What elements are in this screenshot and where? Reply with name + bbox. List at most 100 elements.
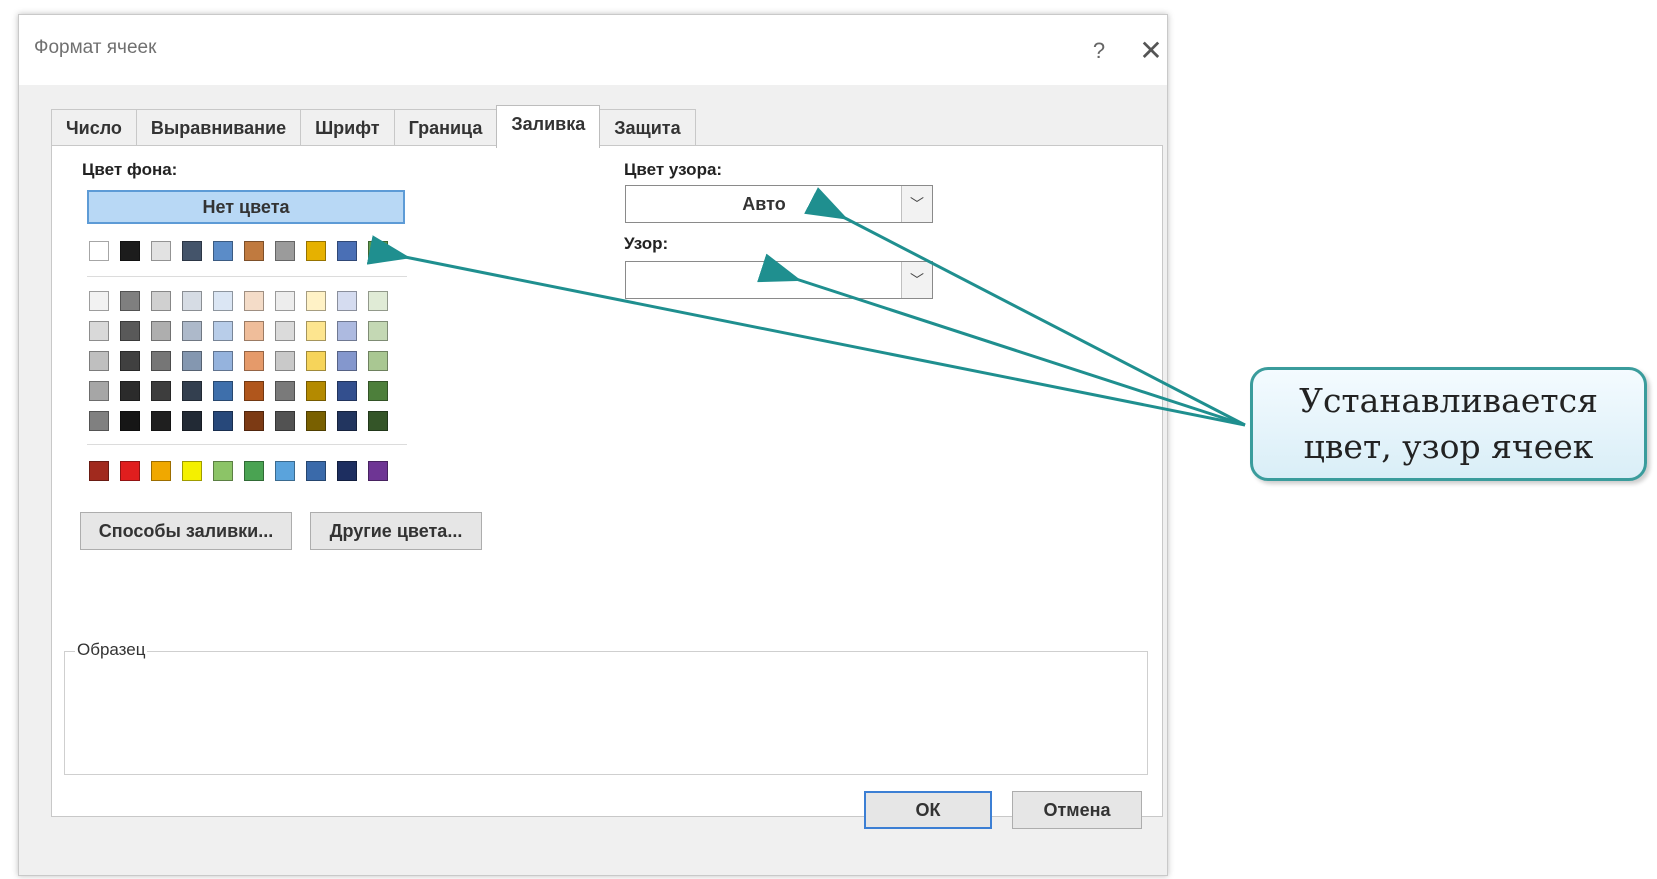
color-swatch[interactable]: [368, 351, 388, 371]
color-swatch[interactable]: [151, 351, 171, 371]
color-swatch[interactable]: [244, 351, 264, 371]
color-swatch[interactable]: [306, 381, 326, 401]
sample-label: Образец: [75, 640, 148, 660]
color-swatch[interactable]: [244, 381, 264, 401]
sample-preview: Образец: [64, 640, 1148, 775]
color-swatch[interactable]: [337, 351, 357, 371]
color-swatch[interactable]: [368, 241, 388, 261]
color-swatch[interactable]: [182, 351, 202, 371]
color-swatch[interactable]: [213, 351, 233, 371]
color-swatch[interactable]: [306, 351, 326, 371]
color-swatch[interactable]: [213, 411, 233, 431]
color-swatch[interactable]: [213, 241, 233, 261]
color-swatch[interactable]: [337, 241, 357, 261]
color-swatch[interactable]: [120, 411, 140, 431]
color-swatch[interactable]: [368, 291, 388, 311]
color-swatch[interactable]: [275, 461, 295, 481]
standard-colors-row: [89, 461, 399, 481]
pattern-style-select[interactable]: ﹀: [625, 261, 933, 299]
color-swatch[interactable]: [275, 291, 295, 311]
more-colors-button[interactable]: Другие цвета...: [310, 512, 482, 550]
help-button[interactable]: ?: [1079, 33, 1119, 69]
chevron-down-icon[interactable]: ﹀: [901, 262, 932, 298]
tab-fill[interactable]: Заливка: [496, 105, 601, 148]
color-swatch[interactable]: [213, 291, 233, 311]
color-swatch[interactable]: [368, 461, 388, 481]
cancel-button[interactable]: Отмена: [1012, 791, 1142, 829]
tint-row-1: [89, 291, 399, 311]
color-swatch[interactable]: [337, 381, 357, 401]
color-swatch[interactable]: [151, 321, 171, 341]
color-swatch[interactable]: [275, 411, 295, 431]
color-swatch[interactable]: [89, 461, 109, 481]
close-button[interactable]: ✕: [1129, 33, 1173, 69]
color-swatch[interactable]: [89, 241, 109, 261]
color-swatch[interactable]: [89, 321, 109, 341]
color-swatch[interactable]: [120, 241, 140, 261]
color-swatch[interactable]: [275, 241, 295, 261]
ok-button[interactable]: ОК: [864, 791, 992, 829]
tab-alignment[interactable]: Выравнивание: [135, 109, 302, 146]
color-swatch[interactable]: [151, 291, 171, 311]
color-swatch[interactable]: [182, 241, 202, 261]
color-swatch[interactable]: [120, 461, 140, 481]
color-swatch[interactable]: [368, 381, 388, 401]
palette-separator: [87, 444, 407, 445]
color-swatch[interactable]: [213, 381, 233, 401]
color-swatch[interactable]: [213, 321, 233, 341]
theme-colors-row: [89, 241, 399, 261]
color-swatch[interactable]: [337, 291, 357, 311]
title-bar: Формат ячеек ? ✕: [19, 15, 1167, 85]
color-swatch[interactable]: [244, 411, 264, 431]
tab-number[interactable]: Число: [51, 109, 137, 146]
color-swatch[interactable]: [120, 351, 140, 371]
color-swatch[interactable]: [120, 291, 140, 311]
pattern-style-value: [626, 262, 902, 298]
tab-font[interactable]: Шрифт: [300, 109, 395, 146]
color-swatch[interactable]: [89, 291, 109, 311]
format-cells-dialog: Формат ячеек ? ✕ Число Выравнивание Шриф…: [18, 14, 1168, 876]
color-swatch[interactable]: [182, 321, 202, 341]
no-color-button[interactable]: Нет цвета: [87, 190, 405, 224]
color-swatch[interactable]: [151, 411, 171, 431]
color-swatch[interactable]: [89, 381, 109, 401]
color-swatch[interactable]: [275, 381, 295, 401]
color-swatch[interactable]: [120, 381, 140, 401]
color-swatch[interactable]: [151, 241, 171, 261]
palette-separator: [87, 276, 407, 277]
color-swatch[interactable]: [213, 461, 233, 481]
color-swatch[interactable]: [151, 461, 171, 481]
color-swatch[interactable]: [244, 291, 264, 311]
color-swatch[interactable]: [89, 411, 109, 431]
color-swatch[interactable]: [275, 351, 295, 371]
color-swatch[interactable]: [244, 461, 264, 481]
tab-protection[interactable]: Защита: [599, 109, 696, 146]
color-swatch[interactable]: [337, 321, 357, 341]
color-swatch[interactable]: [244, 241, 264, 261]
color-swatch[interactable]: [306, 241, 326, 261]
color-swatch[interactable]: [275, 321, 295, 341]
color-swatch[interactable]: [89, 351, 109, 371]
color-swatch[interactable]: [337, 461, 357, 481]
pattern-color-select[interactable]: Авто ﹀: [625, 185, 933, 223]
color-swatch[interactable]: [306, 291, 326, 311]
tab-strip: Число Выравнивание Шрифт Граница Заливка…: [51, 105, 696, 148]
color-swatch[interactable]: [306, 411, 326, 431]
color-swatch[interactable]: [182, 461, 202, 481]
color-swatch[interactable]: [151, 381, 171, 401]
color-swatch[interactable]: [244, 321, 264, 341]
pattern-color-value: Авто: [742, 194, 786, 214]
tab-border[interactable]: Граница: [393, 109, 498, 146]
color-swatch[interactable]: [306, 461, 326, 481]
pattern-color-label: Цвет узора:: [624, 160, 723, 179]
color-swatch[interactable]: [182, 411, 202, 431]
color-swatch[interactable]: [368, 321, 388, 341]
color-swatch[interactable]: [337, 411, 357, 431]
color-swatch[interactable]: [182, 291, 202, 311]
color-swatch[interactable]: [120, 321, 140, 341]
chevron-down-icon[interactable]: ﹀: [901, 186, 932, 222]
color-swatch[interactable]: [306, 321, 326, 341]
color-swatch[interactable]: [182, 381, 202, 401]
fill-effects-button[interactable]: Способы заливки...: [80, 512, 292, 550]
color-swatch[interactable]: [368, 411, 388, 431]
